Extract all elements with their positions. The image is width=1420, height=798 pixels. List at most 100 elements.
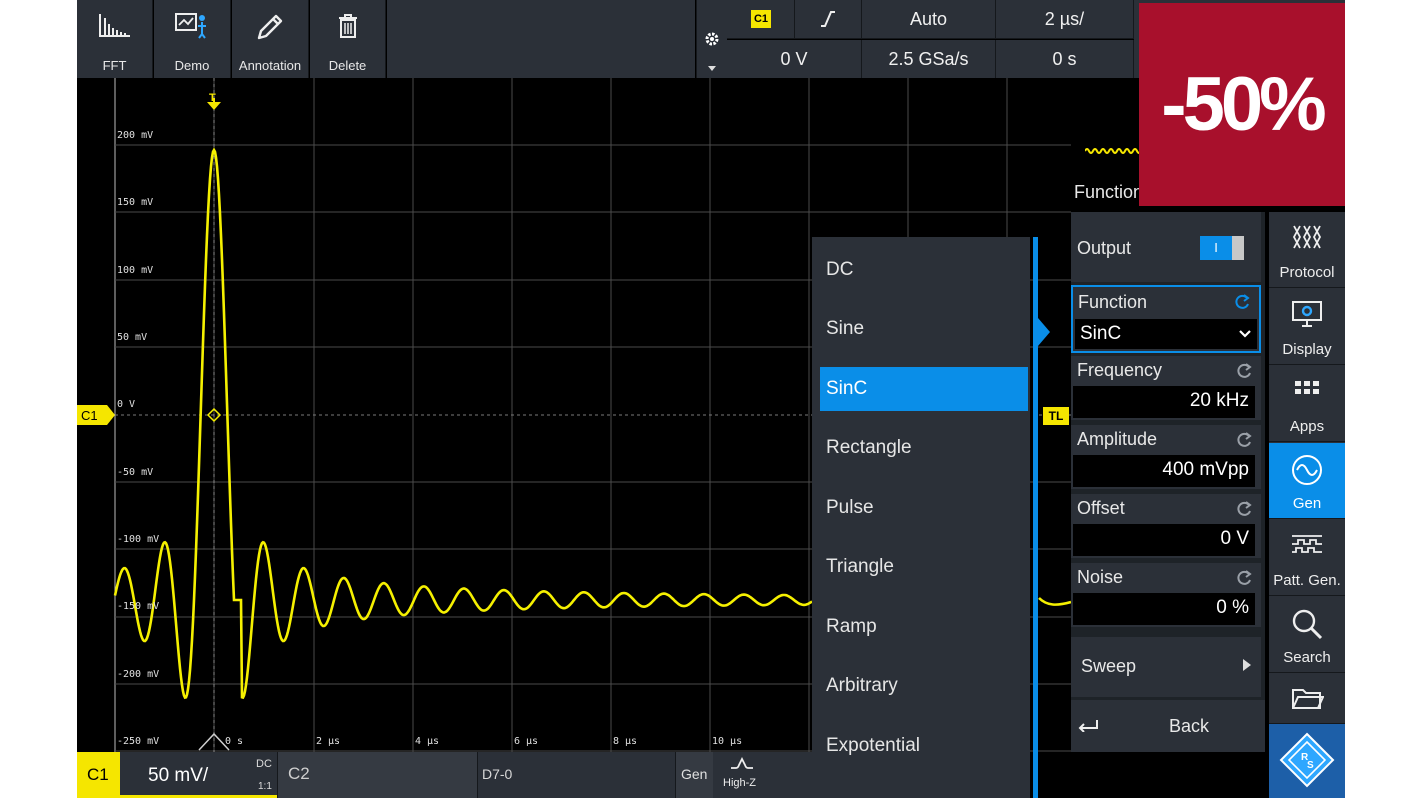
c1-channel-badge[interactable]: C1 bbox=[77, 752, 120, 798]
annotation-label: Annotation bbox=[238, 58, 302, 73]
timebase-scale[interactable]: 2 µs/ bbox=[996, 0, 1134, 39]
x-label: 6 µs bbox=[514, 736, 539, 747]
reset-icon[interactable] bbox=[1233, 293, 1251, 311]
sidebar-item-label: Patt. Gen. bbox=[1273, 572, 1341, 589]
function-option-dc[interactable]: DC bbox=[812, 248, 1030, 292]
sweep-button[interactable]: Sweep bbox=[1071, 637, 1261, 697]
pencil-icon bbox=[257, 14, 283, 40]
noise-field[interactable]: Noise 0 % bbox=[1071, 563, 1261, 627]
fft-icon bbox=[98, 14, 130, 37]
function-option-sine[interactable]: Sine bbox=[812, 307, 1030, 351]
output-toggle-thumb bbox=[1232, 236, 1244, 260]
fft-button[interactable]: FFT bbox=[77, 0, 153, 78]
c1-label: C1 bbox=[87, 765, 109, 784]
trigger-slope[interactable] bbox=[795, 0, 862, 39]
sidebar-item-apps[interactable]: Apps bbox=[1269, 366, 1345, 442]
gen-panel: Output I Function SinC Frequency 20 kHz … bbox=[1071, 212, 1265, 752]
status-bar: C1 50 mV/ DC 1:1 C2 D7-0 Gen High-Z bbox=[77, 752, 812, 798]
output-toggle[interactable]: I bbox=[1200, 236, 1244, 260]
function-option-triangle[interactable]: Triangle bbox=[812, 545, 1030, 589]
digital-label: D7-0 bbox=[482, 766, 513, 782]
amplitude-field[interactable]: Amplitude 400 mVpp bbox=[1071, 425, 1261, 489]
amplitude-label: Amplitude bbox=[1077, 429, 1158, 449]
pattern-generator-icon bbox=[1292, 535, 1322, 553]
sidebar-item-patt-gen[interactable]: Patt. Gen. bbox=[1269, 520, 1345, 596]
chevron-down-icon bbox=[708, 66, 716, 71]
output-row: Output I bbox=[1071, 212, 1261, 282]
trigger-level-marker[interactable]: TL bbox=[1043, 407, 1069, 425]
function-list-pointer bbox=[1038, 318, 1050, 346]
function-option-expotential[interactable]: Expotential bbox=[812, 724, 1030, 768]
offset-value: 0 V bbox=[1220, 528, 1249, 549]
sidebar-item-display[interactable]: Display bbox=[1269, 289, 1345, 365]
reset-icon[interactable] bbox=[1235, 500, 1253, 518]
c2-channel-button[interactable]: C2 bbox=[277, 752, 478, 798]
sidebar-item-file[interactable] bbox=[1269, 674, 1345, 724]
gen-preview-wave-icon bbox=[1085, 148, 1141, 154]
channel-offset-marker[interactable]: C1 bbox=[77, 405, 115, 425]
discount-text: -50% bbox=[1161, 62, 1326, 147]
y-label: -50 mV bbox=[117, 467, 154, 478]
rising-edge-icon bbox=[821, 11, 835, 27]
gen-label: Gen bbox=[681, 766, 708, 782]
x-label: 0 s bbox=[225, 736, 244, 747]
svg-text:S: S bbox=[1307, 760, 1314, 771]
sidebar-item-protocol[interactable]: Protocol bbox=[1269, 212, 1345, 288]
search-icon bbox=[1292, 609, 1323, 640]
back-button[interactable]: Back bbox=[1071, 700, 1265, 752]
demo-label: Demo bbox=[174, 58, 210, 73]
y-label: -100 mV bbox=[117, 534, 160, 545]
y-label: 0 V bbox=[117, 399, 136, 410]
frequency-field[interactable]: Frequency 20 kHz bbox=[1071, 356, 1261, 420]
output-toggle-knob: I bbox=[1200, 236, 1232, 260]
trigger-level[interactable]: 0 V bbox=[727, 40, 862, 78]
output-label: Output bbox=[1077, 238, 1132, 258]
display-icon bbox=[1292, 301, 1322, 327]
annotation-button[interactable]: Annotation bbox=[232, 0, 309, 78]
sidebar-item-label: Display bbox=[1282, 341, 1332, 358]
sidebar-item-gen[interactable]: Gen bbox=[1269, 443, 1345, 519]
waveform-trace bbox=[113, 147, 813, 700]
x-label: 2 µs bbox=[316, 736, 341, 747]
function-option-arbitrary[interactable]: Arbitrary bbox=[812, 664, 1030, 708]
function-option-pulse[interactable]: Pulse bbox=[812, 486, 1030, 530]
trigger-mode[interactable]: Auto bbox=[862, 0, 996, 39]
c1-coupling: DC bbox=[256, 758, 272, 770]
reset-icon[interactable] bbox=[1235, 569, 1253, 587]
protocol-icon bbox=[1292, 225, 1322, 249]
back-label: Back bbox=[1169, 716, 1210, 736]
function-option-rectangle[interactable]: Rectangle bbox=[812, 426, 1030, 470]
digital-channels-button[interactable]: D7-0 bbox=[477, 752, 676, 798]
reset-icon[interactable] bbox=[1235, 431, 1253, 449]
sample-rate: 2.5 GSa/s bbox=[862, 40, 996, 78]
x-label: 10 µs bbox=[712, 736, 743, 747]
gen-status-button[interactable]: Gen bbox=[675, 752, 714, 798]
function-option-ramp[interactable]: Ramp bbox=[812, 605, 1030, 649]
delete-button[interactable]: Delete bbox=[310, 0, 386, 78]
horizontal-position[interactable]: 0 s bbox=[996, 40, 1134, 78]
sidebar-item-search[interactable]: Search bbox=[1269, 597, 1345, 673]
function-field-value: SinC bbox=[1080, 323, 1122, 344]
function-option-sinc[interactable]: SinC bbox=[820, 367, 1028, 411]
sidebar-item-label: Search bbox=[1283, 649, 1331, 666]
function-field-label: Function bbox=[1078, 292, 1148, 312]
trigger-position-marker[interactable]: T bbox=[209, 92, 216, 104]
x-label: 4 µs bbox=[415, 736, 440, 747]
settings-dropdown[interactable] bbox=[696, 0, 727, 78]
frequency-value: 20 kHz bbox=[1189, 390, 1249, 411]
c2-label: C2 bbox=[288, 764, 310, 783]
trigger-source[interactable]: C1 bbox=[727, 0, 795, 39]
offset-field[interactable]: Offset 0 V bbox=[1071, 494, 1261, 558]
y-label: 100 mV bbox=[117, 265, 154, 276]
function-field[interactable]: Function SinC bbox=[1071, 285, 1261, 353]
y-label: 50 mV bbox=[117, 332, 148, 343]
sidebar-item-label: Protocol bbox=[1279, 264, 1335, 281]
c1-probe: 1:1 bbox=[258, 781, 272, 792]
c1-scale-button[interactable]: 50 mV/ DC 1:1 bbox=[120, 752, 277, 798]
demo-button[interactable]: Demo bbox=[154, 0, 231, 78]
brand-logo[interactable]: RS bbox=[1269, 724, 1345, 798]
sidebar: Protocol Display Apps Gen Patt. Gen. Sea… bbox=[1269, 212, 1345, 798]
reset-icon[interactable] bbox=[1235, 362, 1253, 380]
x-label: 8 µs bbox=[613, 736, 638, 747]
sidebar-item-label: Gen bbox=[1292, 495, 1322, 512]
